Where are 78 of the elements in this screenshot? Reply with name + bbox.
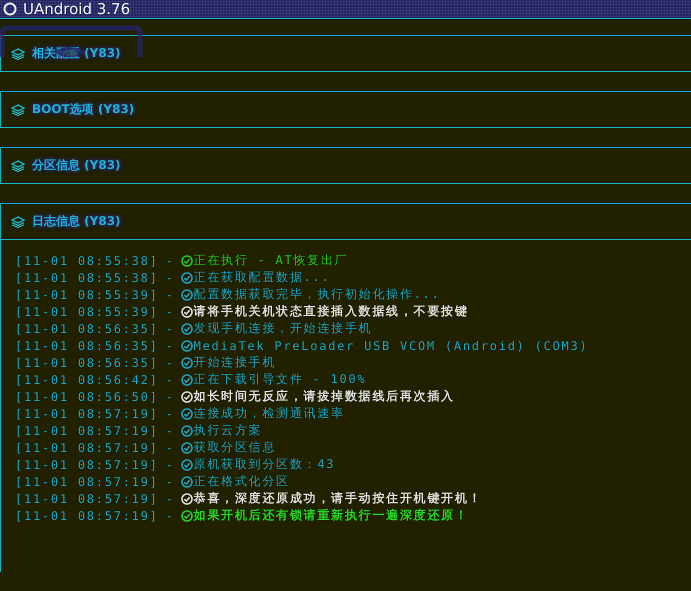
log-timestamp: [11-01 08:55:39] — [15, 304, 159, 318]
section-title: 分区信息 (Y83) — [32, 157, 121, 174]
log-separator: - — [166, 288, 175, 302]
log-separator: - — [166, 372, 175, 386]
log-separator: - — [166, 322, 175, 336]
log-separator: - — [166, 424, 175, 438]
check-circle-icon — [180, 254, 193, 266]
log-message: 获取分区信息 — [194, 439, 276, 456]
section-header[interactable]: 日志信息 (Y83) — [0, 204, 691, 240]
log-separator: - — [166, 338, 175, 352]
log-message: 原机获取到分区数：43 — [194, 456, 336, 473]
check-circle-icon — [180, 322, 193, 334]
log-message: 执行云方案 — [194, 422, 262, 439]
log-message: 请将手机关机状态直接插入数据线，不要按键 — [194, 303, 469, 320]
log-separator: - — [166, 304, 175, 318]
log-message: 恭喜，深度还原成功，请手动按住开机键开机！ — [194, 490, 482, 507]
log-timestamp: [11-01 08:57:19] — [15, 406, 159, 420]
log-timestamp: [11-01 08:56:35] — [15, 356, 159, 370]
log-timestamp: [11-01 08:56:50] — [15, 390, 159, 404]
log-separator: - — [166, 270, 175, 284]
check-circle-icon — [180, 288, 193, 300]
log-separator: - — [166, 356, 175, 370]
log-message: 正在获取配置数据... — [194, 269, 331, 286]
window-title: UAndroid 3.76 — [23, 0, 130, 18]
layers-icon — [11, 104, 25, 116]
check-circle-icon — [180, 424, 193, 436]
check-circle-icon — [180, 476, 193, 488]
log-message: 正在格式化分区 — [194, 473, 290, 490]
check-circle-icon — [180, 458, 193, 470]
section-header[interactable]: 分区信息 (Y83) — [0, 148, 691, 184]
check-circle-icon — [180, 442, 193, 454]
check-circle-icon — [180, 390, 193, 402]
log-separator: - — [166, 508, 175, 522]
ring-icon — [3, 2, 17, 16]
log-message: 连接成功，检测通讯速率 — [194, 405, 345, 422]
log-timestamp: [11-01 08:57:19] — [15, 492, 159, 506]
log-timestamp: [11-01 08:56:42] — [15, 372, 159, 386]
log-message: 如果开机后还有锁请重新执行一遍深度还原！ — [194, 507, 469, 524]
log-message: 正在执行 - AT恢复出厂 — [194, 252, 348, 269]
log-timestamp: [11-01 08:55:38] — [15, 270, 159, 284]
log-timestamp: [11-01 08:55:39] — [15, 288, 159, 302]
log-message: 开始连接手机 — [194, 354, 276, 371]
section-title: BOOT选项 (Y83) — [32, 101, 134, 118]
log-timestamp: [11-01 08:57:19] — [15, 474, 159, 488]
section-header[interactable]: 相关配置 (Y83) — [0, 36, 691, 72]
check-circle-icon — [180, 492, 193, 504]
log-separator: - — [166, 390, 175, 404]
log-message: 配置数据获取完毕，执行初始化操作... — [194, 286, 441, 303]
log-message: 正在下载引导文件 - 100% — [194, 371, 366, 388]
log-separator: - — [166, 254, 175, 268]
check-circle-icon — [180, 340, 193, 352]
layers-icon — [11, 160, 25, 172]
layers-icon — [11, 48, 25, 60]
log-separator: - — [166, 406, 175, 420]
check-circle-icon — [180, 510, 193, 522]
log-separator: - — [166, 474, 175, 488]
check-circle-icon — [180, 408, 193, 420]
log-separator: - — [166, 458, 175, 472]
layers-icon — [11, 216, 25, 228]
log-timestamp: [11-01 08:57:19] — [15, 458, 159, 472]
check-circle-icon — [180, 356, 193, 368]
section-title: 日志信息 (Y83) — [32, 213, 121, 230]
section-title: 相关配置 (Y83) — [32, 45, 121, 62]
log-timestamp: [11-01 08:56:35] — [15, 322, 159, 336]
log-message: 如长时间无反应，请拔掉数据线后再次插入 — [194, 388, 455, 405]
log-separator: - — [166, 440, 175, 454]
log-separator: - — [166, 492, 175, 506]
log-timestamp: [11-01 08:57:19] — [15, 508, 159, 522]
log-timestamp: [11-01 08:55:38] — [15, 254, 159, 268]
check-circle-icon — [180, 272, 193, 284]
check-circle-icon — [180, 374, 193, 386]
log-timestamp: [11-01 08:57:19] — [15, 440, 159, 454]
section-header[interactable]: BOOT选项 (Y83) — [0, 92, 691, 128]
log-timestamp: [11-01 08:57:19] — [15, 424, 159, 438]
check-circle-icon — [180, 306, 193, 318]
log-timestamp: [11-01 08:56:35] — [15, 338, 159, 352]
log-message: MediaTek PreLoader USB VCOM (Android) (COM3) — [194, 338, 588, 352]
log-message: 发现手机连接，开始连接手机 — [194, 320, 372, 337]
